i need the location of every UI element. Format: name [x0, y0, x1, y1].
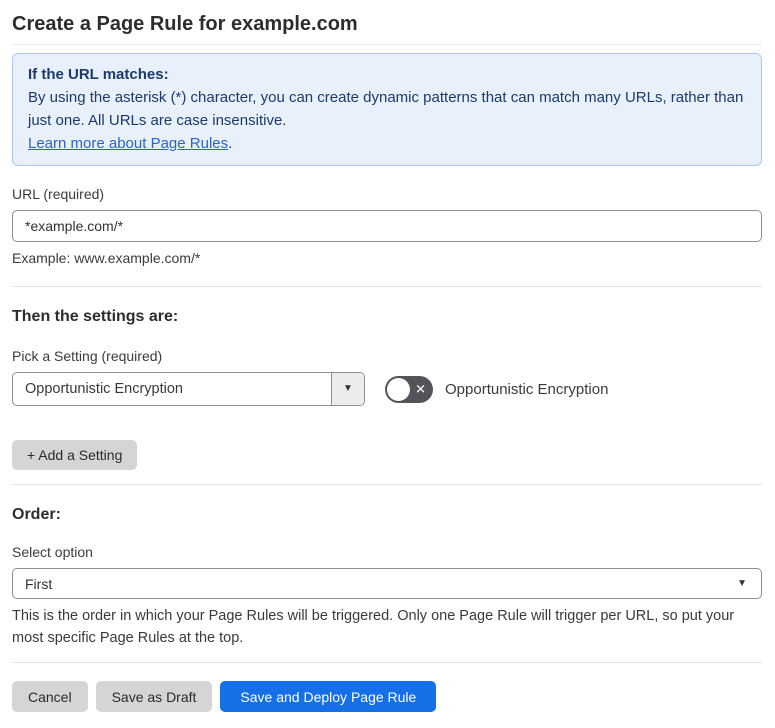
setting-dropdown[interactable]: Opportunistic Encryption ▼ [12, 372, 365, 406]
save-and-deploy-button[interactable]: Save and Deploy Page Rule [220, 681, 437, 712]
pick-setting-label: Pick a Setting (required) [12, 348, 163, 364]
divider-before-footer [12, 662, 762, 663]
info-box-body: By using the asterisk (*) character, you… [28, 86, 746, 132]
learn-more-link[interactable]: Learn more about Page Rules [28, 135, 228, 152]
add-setting-button[interactable]: + Add a Setting [12, 440, 138, 470]
page-rule-form: Create a Page Rule for example.com If th… [0, 0, 775, 728]
select-chevron-down-icon: ▼ [737, 577, 747, 589]
setting-dropdown-value: Opportunistic Encryption [25, 381, 183, 397]
setting-row: Opportunistic Encryption ▼ ✕ Opportunist… [12, 372, 762, 406]
divider-after-url-section [12, 286, 762, 287]
toggle-label: Opportunistic Encryption [445, 380, 609, 398]
page-title: Create a Page Rule for example.com [12, 13, 358, 35]
toggle-knob [387, 377, 410, 401]
save-as-draft-button[interactable]: Save as Draft [95, 681, 213, 712]
setting-dropdown-arrow-button[interactable]: ▼ [331, 373, 364, 405]
info-box-heading: If the URL matches: [28, 66, 169, 83]
order-select-label: Select option [12, 544, 93, 560]
opportunistic-encryption-toggle[interactable]: ✕ [385, 375, 433, 403]
order-helper-text: This is the order in which your Page Rul… [12, 608, 735, 646]
chevron-down-icon: ▼ [343, 383, 353, 394]
url-field-label: URL (required) [12, 186, 105, 202]
info-box-link-line: Learn more about Page Rules. [28, 132, 746, 155]
info-box-body-text: By using the asterisk (*) character, you… [28, 89, 744, 129]
url-input[interactable] [12, 210, 762, 242]
settings-section-heading: Then the settings are: [12, 308, 179, 325]
order-select[interactable]: First ▼ [12, 568, 762, 599]
order-section-heading: Order: [12, 506, 61, 523]
link-suffix: . [228, 135, 233, 152]
url-matches-info-box: If the URL matches: By using the asteris… [12, 53, 762, 166]
url-example-helper: Example: www.example.com/* [12, 250, 201, 266]
footer-actions: Cancel Save as Draft Save and Deploy Pag… [12, 681, 762, 712]
divider-under-title [12, 44, 762, 45]
order-select-value: First [25, 575, 53, 592]
cancel-button[interactable]: Cancel [12, 681, 88, 712]
toggle-off-x-icon: ✕ [415, 381, 426, 397]
divider-after-settings-section [12, 484, 762, 485]
